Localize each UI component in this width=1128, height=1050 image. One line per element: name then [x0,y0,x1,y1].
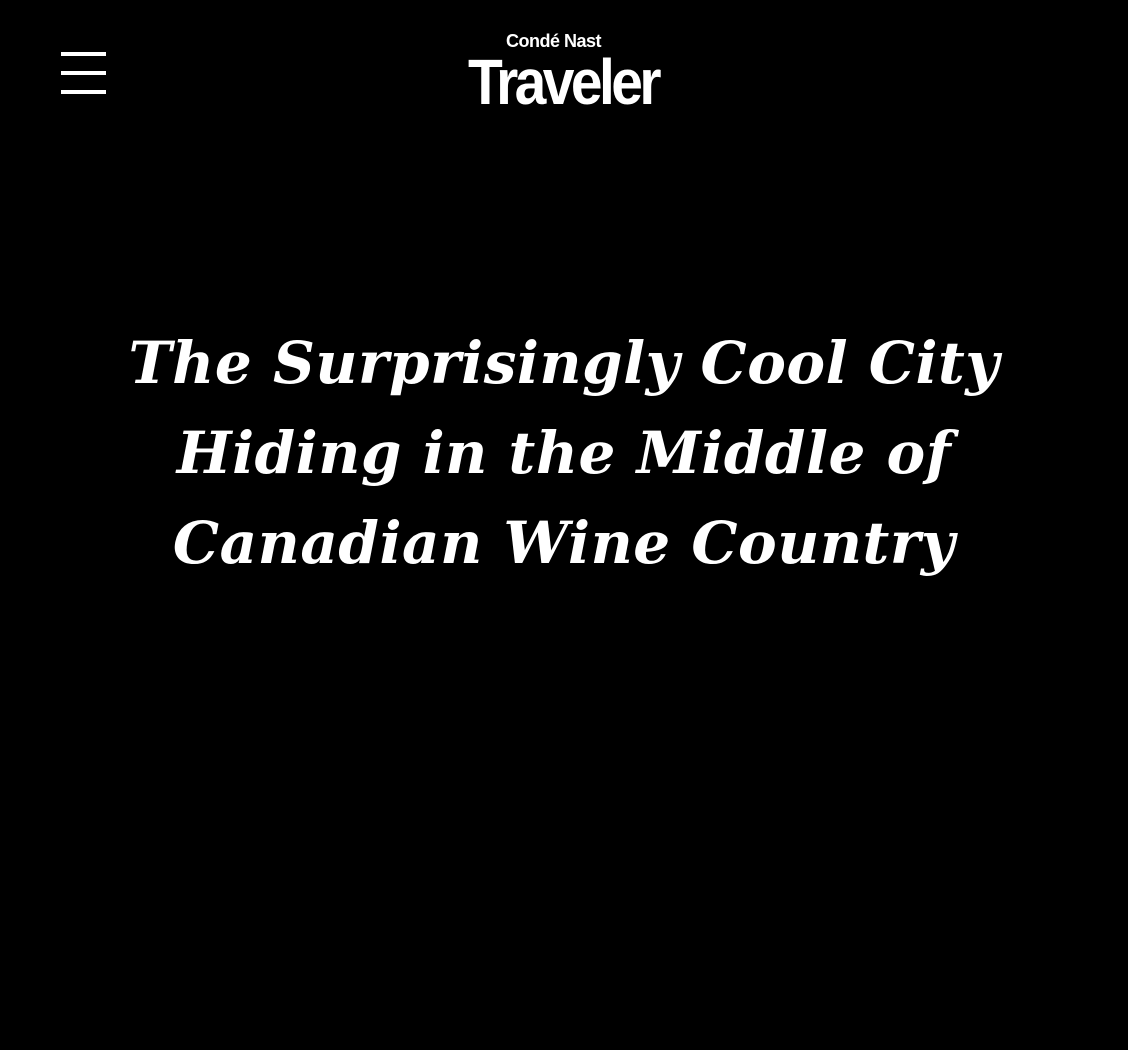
site-logo[interactable]: Condé Nast Traveler [466,30,662,110]
menu-button[interactable] [58,50,110,98]
conde-nast-traveler-logo: Condé Nast Traveler [468,31,662,110]
article-headline: The Surprisingly Cool City Hiding in the… [128,329,1000,577]
site-header: Condé Nast Traveler [0,0,1128,140]
svg-text:Traveler: Traveler [468,46,661,110]
